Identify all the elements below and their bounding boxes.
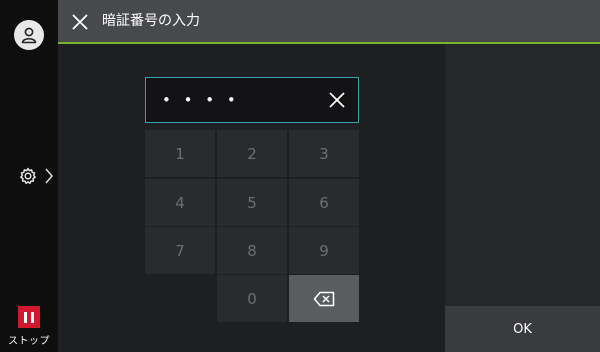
chevron-right-icon (45, 168, 53, 184)
key-0[interactable]: 0 (217, 275, 287, 322)
key-1[interactable]: 1 (145, 130, 215, 177)
key-5[interactable]: 5 (217, 179, 287, 226)
left-sidebar: ストップ (0, 0, 58, 352)
key-8[interactable]: 8 (217, 227, 287, 274)
key-3[interactable]: 3 (289, 130, 359, 177)
right-panel (445, 44, 600, 306)
close-button[interactable] (68, 10, 92, 34)
gear-icon (20, 167, 36, 185)
pause-icon (18, 306, 40, 328)
key-4[interactable]: 4 (145, 179, 215, 226)
pin-input[interactable]: • • • • (145, 77, 359, 123)
key-9[interactable]: 9 (289, 227, 359, 274)
key-2[interactable]: 2 (217, 130, 287, 177)
backspace-button[interactable] (289, 275, 359, 322)
clear-icon (329, 92, 345, 108)
backspace-icon (313, 291, 335, 306)
header-bar: 暗証番号の入力 (58, 0, 600, 44)
page-title: 暗証番号の入力 (102, 13, 200, 29)
close-icon (72, 14, 88, 30)
user-icon (21, 27, 37, 44)
user-button[interactable] (14, 20, 44, 50)
stop-button[interactable]: ストップ (0, 300, 58, 352)
stop-label: ストップ (8, 336, 50, 347)
ok-button[interactable]: OK (445, 306, 600, 352)
key-7[interactable]: 7 (145, 227, 215, 274)
settings-button[interactable] (18, 162, 54, 190)
clear-button[interactable] (326, 89, 348, 111)
pin-value: • • • • (162, 91, 240, 109)
key-6[interactable]: 6 (289, 179, 359, 226)
